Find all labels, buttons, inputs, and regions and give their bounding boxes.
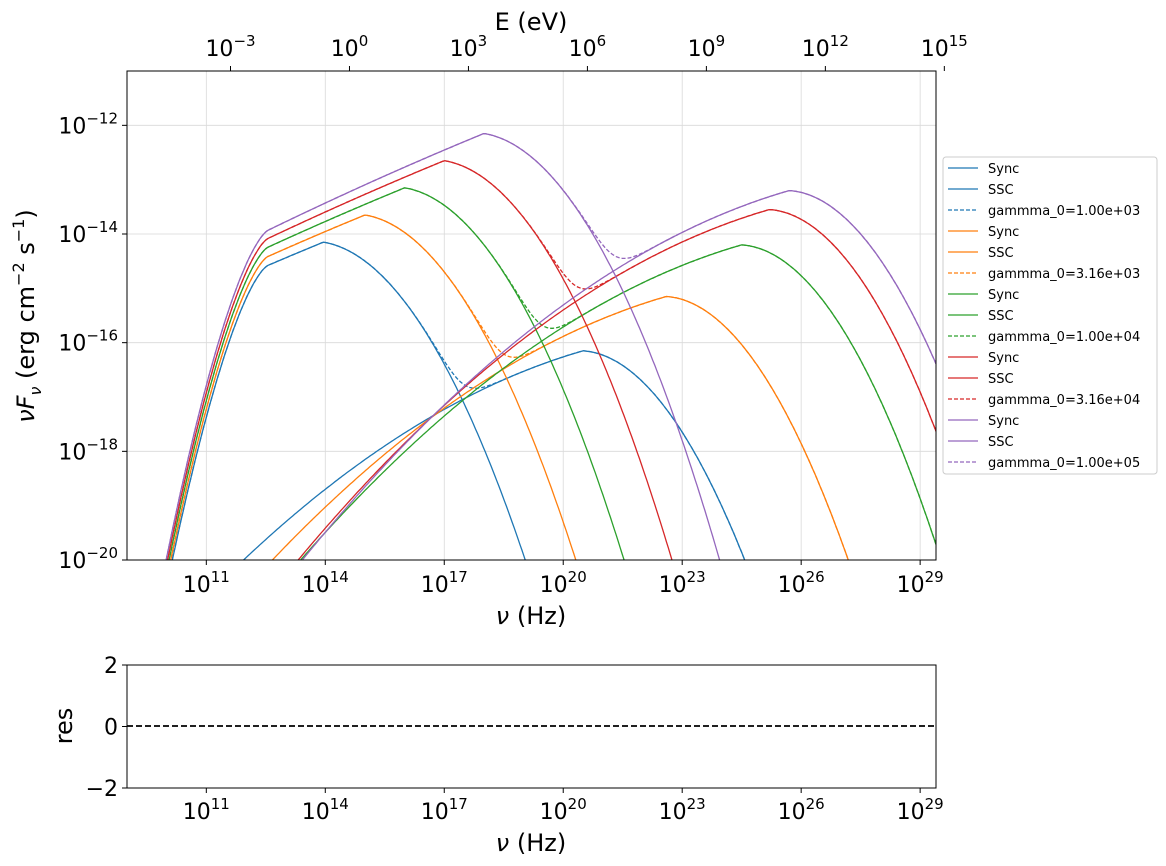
residual-x-ticks: 1011 1014 1017 1020 1023 1026 1029	[183, 788, 944, 825]
legend-label: SSC	[988, 309, 1014, 324]
legend-label: gammma_0=1.00e+03	[988, 204, 1140, 219]
main-x-axis-label: ν (Hz)	[496, 602, 566, 630]
energy-tick-label: 109	[688, 32, 726, 62]
energy-tick-label: 1015	[921, 32, 968, 62]
legend-label: SSC	[988, 183, 1014, 198]
residual-x-tick-label: 1023	[659, 795, 706, 825]
main-y-axis-label: νFν (erg cm−2 s−1)	[9, 209, 45, 423]
main-x-ticks: 1011 1014 1017 1020 1023 1026 1029	[183, 560, 944, 598]
legend: Sync SSC gammma_0=1.00e+03 Sync SSC gammma_0=…	[942, 156, 1158, 475]
legend-label: gammma_0=3.16e+04	[988, 393, 1140, 408]
legend-label: Sync	[988, 225, 1019, 240]
sync-curve-12	[165, 133, 721, 560]
x-tick-label: 1011	[183, 568, 230, 598]
energy-tick-label: 103	[450, 32, 488, 62]
sync-curve-6	[168, 187, 625, 560]
residual-y-axis-label: res	[50, 708, 78, 745]
residual-x-tick-label: 1020	[540, 795, 587, 825]
total-curve-2	[171, 241, 746, 560]
residual-x-tick-label: 1014	[302, 795, 349, 825]
x-tick-label: 1020	[540, 568, 587, 598]
legend-label: SSC	[988, 246, 1014, 261]
residual-y-tick-label: 0	[104, 716, 118, 741]
energy-axis-label: E (eV)	[495, 8, 568, 36]
residual-x-tick-label: 1017	[421, 795, 468, 825]
residual-x-tick-label: 1029	[897, 795, 944, 825]
y-tick-label: 10−16	[58, 327, 118, 357]
y-tick-label: 10−12	[58, 109, 118, 139]
energy-tick-label: 10−3	[205, 32, 255, 62]
y-tick-label: 10−20	[58, 544, 118, 574]
residual-x-tick-label: 1011	[183, 795, 230, 825]
residual-x-axis-label: ν (Hz)	[496, 829, 566, 857]
energy-x-ticks: 10−3 100 103 106 109 1012 1015	[205, 32, 968, 71]
residual-x-tick-label: 1026	[778, 795, 825, 825]
residual-y-tick-label: 2	[104, 654, 118, 679]
sed-curves	[165, 133, 936, 560]
legend-label: Sync	[988, 162, 1019, 177]
y-tick-label: 10−14	[58, 218, 118, 248]
legend-label: SSC	[988, 372, 1014, 387]
sync-curve-0	[171, 241, 526, 560]
legend-label: SSC	[988, 435, 1014, 450]
total-curve-8	[168, 187, 936, 560]
residual-panel: 1011 1014 1017 1020 1023 1026 1029 −2 0 2 res ν …	[50, 654, 944, 857]
main-panel: 1011 1014 1017 1020 1023 1026 1029 10−2010−181…	[9, 8, 968, 630]
energy-tick-label: 1012	[802, 32, 849, 62]
x-tick-label: 1029	[897, 568, 944, 598]
x-tick-label: 1017	[421, 568, 468, 598]
residual-y-ticks: −2 0 2	[86, 654, 127, 802]
y-tick-label: 10−18	[58, 435, 118, 465]
residual-y-tick-label: −2	[86, 777, 118, 802]
ssc-curve-4	[271, 295, 849, 560]
energy-tick-label: 106	[569, 32, 607, 62]
ssc-curve-10	[297, 208, 936, 560]
x-tick-label: 1014	[302, 568, 349, 598]
legend-label: gammma_0=3.16e+03	[988, 267, 1140, 282]
energy-tick-label: 100	[331, 32, 369, 62]
legend-label: Sync	[988, 351, 1019, 366]
legend-label: Sync	[988, 288, 1019, 303]
legend-label: Sync	[988, 414, 1019, 429]
legend-label: gammma_0=1.00e+04	[988, 330, 1140, 345]
x-tick-label: 1023	[659, 568, 706, 598]
sed-figure: 1011 1014 1017 1020 1023 1026 1029 10−2010−181…	[9, 8, 1158, 857]
legend-label: gammma_0=1.00e+05	[988, 456, 1140, 471]
x-tick-label: 1026	[778, 568, 825, 598]
total-curve-14	[165, 133, 936, 560]
main-y-ticks: 10−20 10−18 10−16 10−14 10−12	[58, 109, 127, 574]
ssc-curve-7	[299, 244, 936, 560]
ssc-curve-13	[301, 189, 936, 560]
